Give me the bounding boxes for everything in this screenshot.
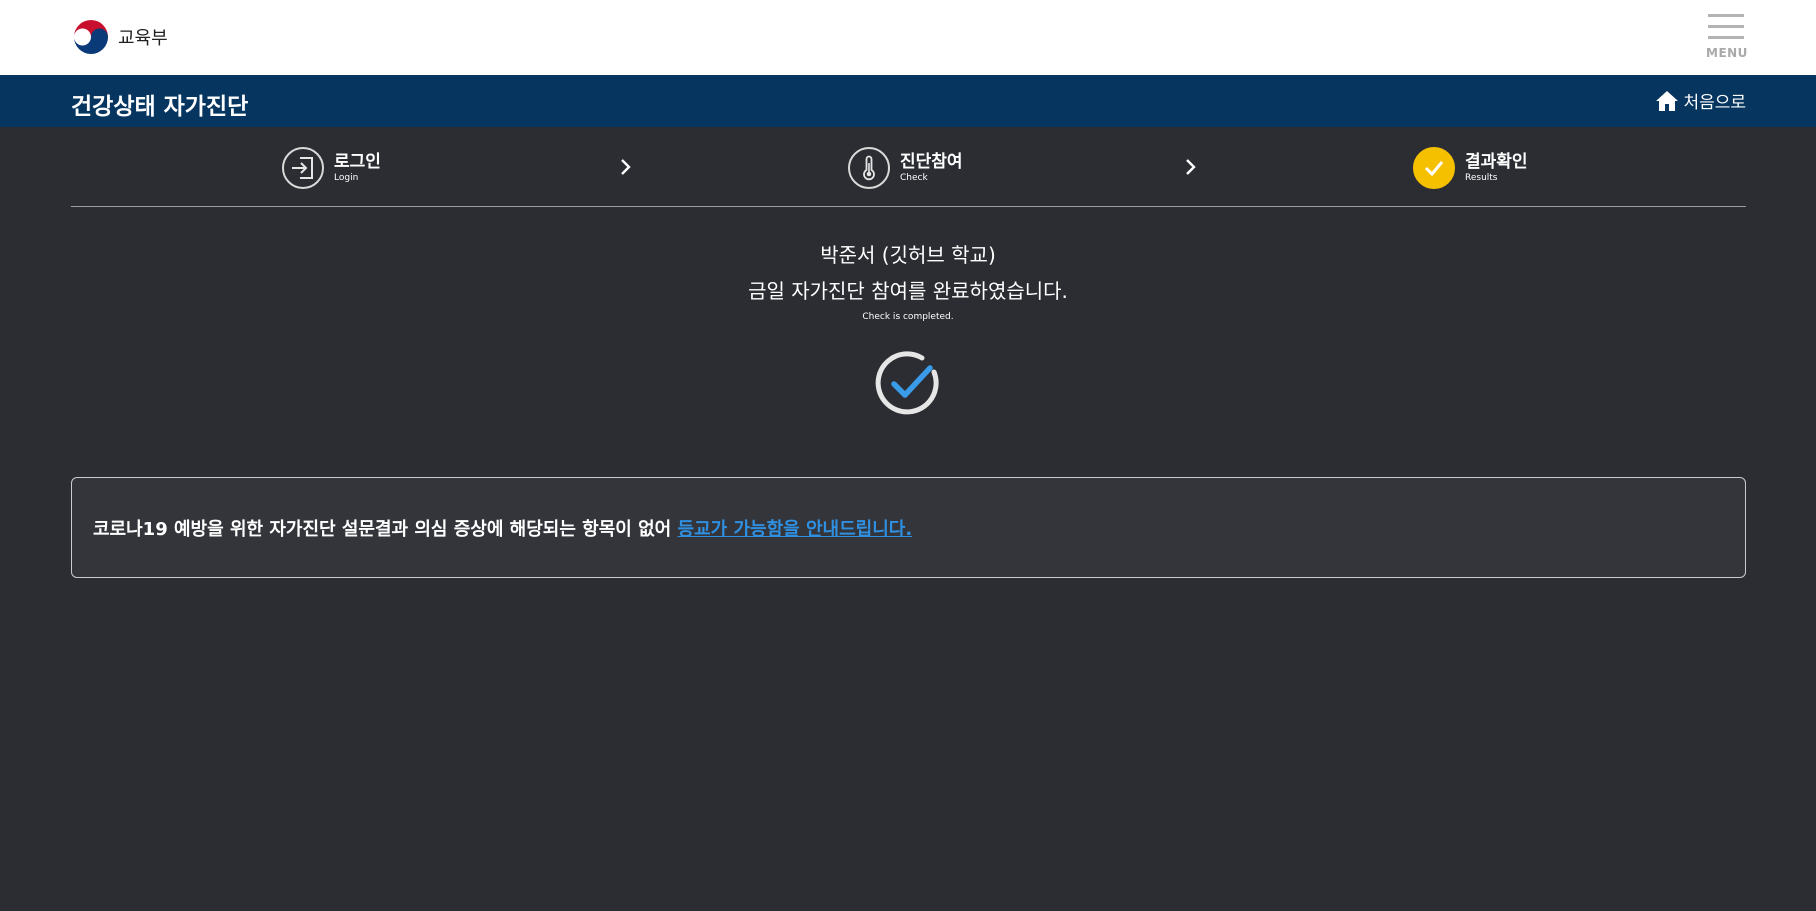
- step-results-circle: [1413, 147, 1455, 189]
- completion-sub: Check is completed.: [862, 312, 954, 322]
- chevron-right-icon: [621, 159, 631, 175]
- check-complete-icon: [875, 351, 939, 415]
- notice-link[interactable]: 등교가 가능함을 안내드립니다.: [678, 519, 913, 540]
- title-bar: 건강상태 자가진단 처음으로: [0, 75, 1816, 127]
- result-section: 박준서 (깃허브 학교) 금일 자가진단 참여를 완료하였습니다. Check …: [0, 240, 1816, 322]
- step-progress: 로그인 Login 진단참여 Check 결과확인 Results: [71, 127, 1746, 207]
- step-login-label: 로그인: [334, 152, 381, 172]
- step-login-sub: Login: [334, 173, 359, 183]
- chevron-right-icon: [1186, 159, 1196, 175]
- login-icon: [292, 157, 313, 179]
- step-check-sub: Check: [900, 173, 928, 183]
- check-icon: [1424, 161, 1444, 177]
- step-login-circle: [282, 147, 324, 189]
- hamburger-icon-bar: [1708, 25, 1744, 28]
- ministry-logo[interactable]: 교육부: [70, 16, 168, 58]
- taegeuk-logo-icon: [71, 17, 111, 57]
- completion-message: 금일 자가진단 참여를 완료하였습니다.: [748, 279, 1068, 303]
- thermometer-icon: [863, 155, 875, 181]
- student-name: 박준서 (깃허브 학교): [820, 243, 996, 267]
- hamburger-icon-bar: [1708, 36, 1744, 39]
- step-check-circle: [848, 147, 890, 189]
- top-header: 교육부 MENU: [0, 0, 1816, 75]
- hamburger-icon: [1708, 14, 1744, 17]
- menu-label: MENU: [1706, 46, 1748, 60]
- home-label: 처음으로: [1683, 93, 1746, 113]
- result-notice: 코로나19 예방을 위한 자가진단 설문결과 의심 증상에 해당되는 항목이 없…: [71, 477, 1746, 578]
- home-icon: [1656, 90, 1679, 111]
- logo-text: 교육부: [118, 28, 168, 49]
- step-results-sub: Results: [1465, 173, 1498, 183]
- step-results-label: 결과확인: [1465, 152, 1528, 172]
- notice-text: 코로나19 예방을 위한 자가진단 설문결과 의심 증상에 해당되는 항목이 없…: [93, 515, 912, 541]
- page-title: 건강상태 자가진단: [71, 94, 249, 120]
- step-results: 결과확인 Results: [1413, 147, 1528, 189]
- step-check: 진단참여 Check: [848, 147, 963, 189]
- step-check-label: 진단참여: [900, 152, 963, 172]
- menu-button[interactable]: MENU: [1706, 12, 1748, 62]
- home-button[interactable]: 처음으로: [1655, 88, 1746, 113]
- notice-body: 코로나19 예방을 위한 자가진단 설문결과 의심 증상에 해당되는 항목이 없…: [93, 519, 678, 540]
- step-login: 로그인 Login: [282, 147, 381, 189]
